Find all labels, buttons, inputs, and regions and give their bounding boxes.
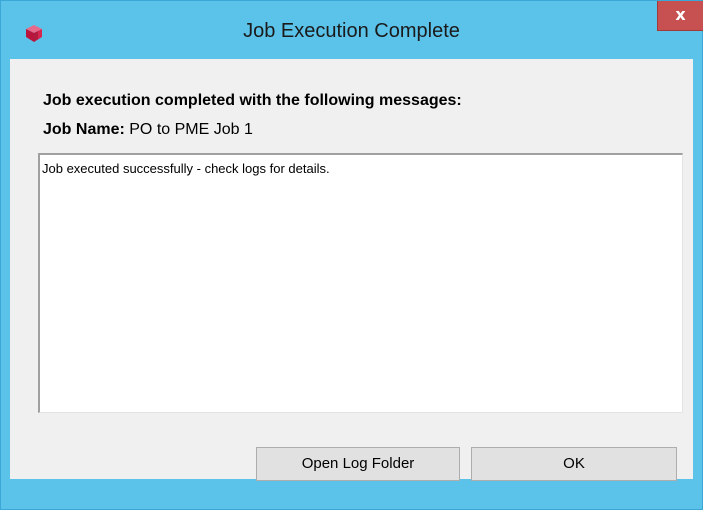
open-log-folder-button[interactable]: Open Log Folder <box>256 447 460 481</box>
dialog-body: Job execution completed with the followi… <box>10 59 693 481</box>
job-complete-dialog: Job Execution Complete x Job execution c… <box>0 0 703 510</box>
window-title: Job Execution Complete <box>243 20 460 42</box>
job-name-line: Job Name: PO to PME Job 1 <box>43 121 253 139</box>
message-heading: Job execution completed with the followi… <box>43 92 462 109</box>
job-name-label: Job Name: <box>43 121 125 138</box>
messages-textarea[interactable]: Job executed successfully - check logs f… <box>38 153 683 413</box>
close-button[interactable]: x <box>657 1 703 31</box>
ok-button[interactable]: OK <box>471 447 677 481</box>
job-name-value: PO to PME Job 1 <box>129 121 253 138</box>
title-bar[interactable]: Job Execution Complete x <box>1 1 703 59</box>
